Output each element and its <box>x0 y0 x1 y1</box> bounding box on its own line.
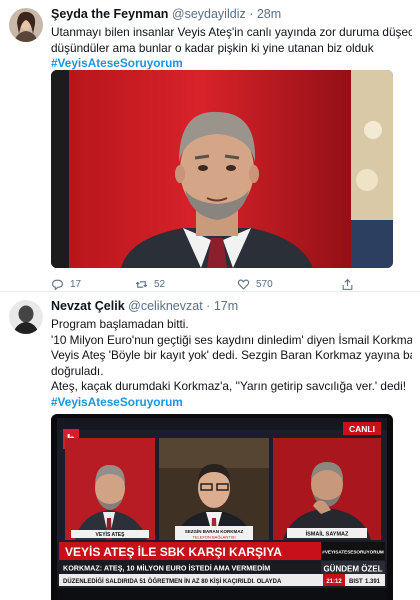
tweet-actions: 17 52 570 <box>51 278 381 292</box>
ticker-text: KORKMAZ: ATEŞ, 10 MİLYON EURO İSTEDİ AMA… <box>63 564 270 573</box>
tweet-header: Şeyda the Feynman @seydayildiz · 28m <box>51 7 281 21</box>
heart-icon <box>237 279 250 290</box>
tweet-header: Nevzat Çelik @celiknevzat · 17m <box>51 299 238 313</box>
tweet-text: Program başlamadan bitti. '10 Milyon Eur… <box>51 317 412 411</box>
reply-button[interactable]: 17 <box>51 278 81 291</box>
tweet-text-line: Utanmayı bilen insanlar Veyis Ateş'in ca… <box>51 25 412 39</box>
tweet[interactable]: Nevzat Çelik @celiknevzat · 17m Program … <box>0 292 420 600</box>
tweet-text-line: Ateş, kaçak durumdaki Korkmaz'a, ''Yarın… <box>51 379 406 394</box>
tweet-text-line: Veyis Ateş 'Böyle bir kayıt yok' dedi. S… <box>51 348 412 363</box>
like-button[interactable]: 570 <box>237 278 273 291</box>
guest-name-caption: SEZGİN BARAN KORKMAZ <box>185 528 244 534</box>
share-button[interactable] <box>341 278 354 291</box>
guest-subcaption: TELEFON BAĞLANTISI <box>192 535 235 540</box>
index-label: BIST <box>349 579 363 585</box>
tweet-text-line: düşündüler ama bunlar o kadar pişkin ki … <box>51 40 374 55</box>
reply-icon <box>52 279 63 291</box>
timestamp[interactable]: 17m <box>214 299 238 313</box>
share-icon <box>342 278 353 290</box>
tweet-media-image[interactable] <box>51 70 393 268</box>
live-badge-text: CANLI <box>349 424 375 434</box>
timestamp[interactable]: 28m <box>257 7 281 21</box>
headline-text: VEYİS ATEŞ İLE SBK KARŞI KARŞIYA <box>65 544 282 559</box>
retweet-icon <box>135 281 148 288</box>
index-value: 1.391 <box>365 579 381 585</box>
avatar[interactable] <box>9 300 43 334</box>
avatar[interactable] <box>9 8 43 42</box>
hashtag-link[interactable]: #VeyisAteseSoruyorum <box>51 395 412 411</box>
tweet-media-image[interactable]: h CANLI SEZGİN BARAN KORKMAZ TELE <box>51 414 393 600</box>
like-count: 570 <box>256 279 273 290</box>
ticker-clock: 21:12 <box>326 579 342 585</box>
host-name-caption: İSMAİL SAYMAZ <box>306 531 349 538</box>
ticker-secondary-text: DÜZENLEDİĞİ SALDIRIDA 51 ÖĞRETMEN İN AZ … <box>63 577 282 585</box>
username-handle[interactable]: @celiknevzat <box>128 299 203 313</box>
show-name: GÜNDEM ÖZEL <box>323 565 382 574</box>
separator-dot: · <box>249 7 254 21</box>
tweet-text-line: Program başlamadan bitti. <box>51 317 189 331</box>
username-handle[interactable]: @seydayildiz <box>172 7 246 21</box>
tweet-text-line: doğruladı. <box>51 363 104 378</box>
tweet[interactable]: Şeyda the Feynman @seydayildiz · 28m Uta… <box>0 0 420 292</box>
retweet-button[interactable]: 52 <box>135 278 165 291</box>
tweet-text-line: '10 Milyon Euro'nun geçtiği ses kaydını … <box>51 332 412 347</box>
retweet-count: 52 <box>154 279 166 290</box>
host-caption: VEYİS ATEŞ <box>96 531 126 538</box>
display-name[interactable]: Şeyda the Feynman <box>51 7 168 21</box>
reply-count: 17 <box>70 279 82 290</box>
program-hashtag: #VEYISATESESORUYORUM <box>322 550 384 555</box>
tweet-text: Utanmayı bilen insanlar Veyis Ateş'in ca… <box>51 25 412 72</box>
separator-dot: · <box>206 299 211 313</box>
display-name[interactable]: Nevzat Çelik <box>51 299 125 313</box>
